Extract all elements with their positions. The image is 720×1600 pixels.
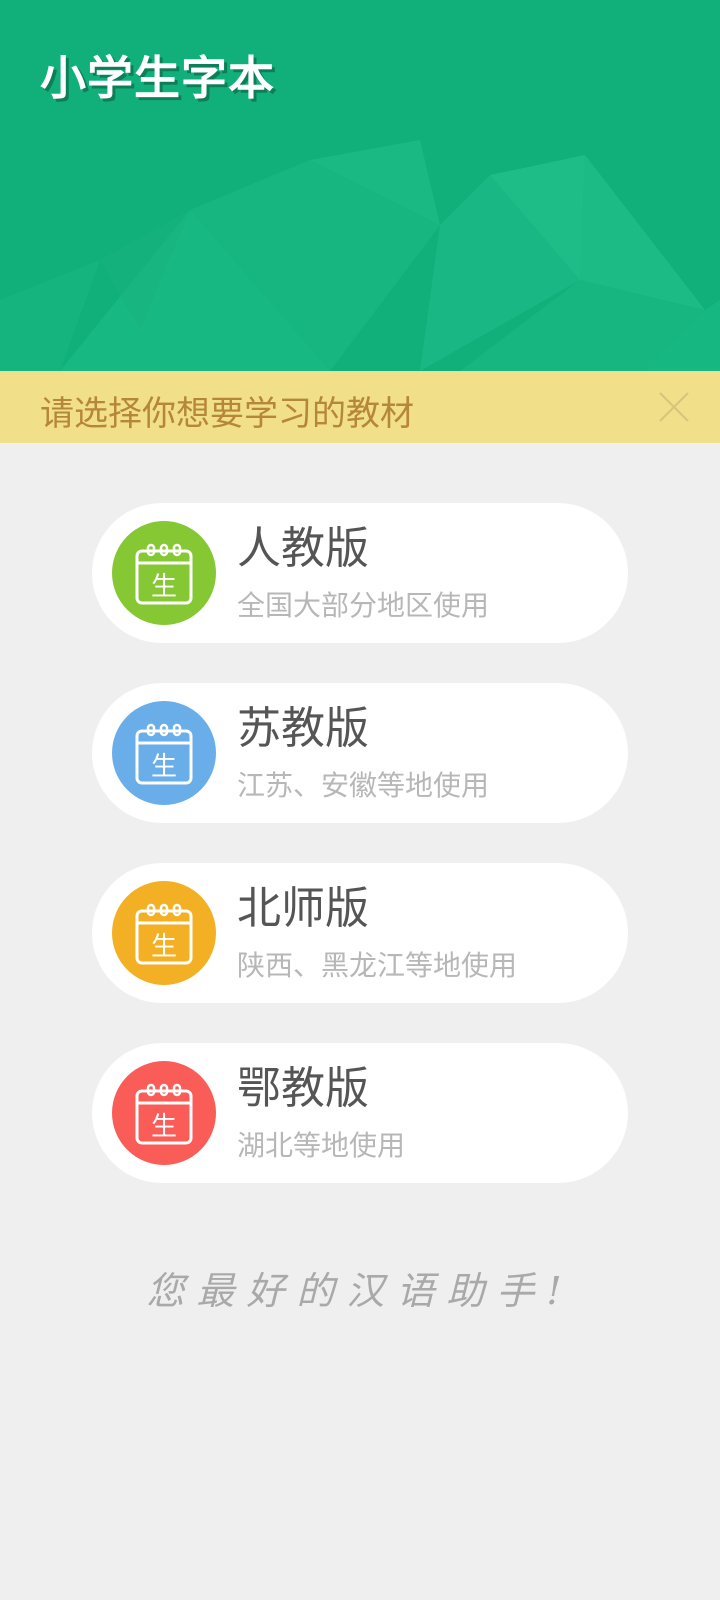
textbook-title: 苏教版 [237, 703, 369, 754]
svg-text:生: 生 [151, 572, 177, 602]
textbook-subtitle: 全国大部分地区使用 [237, 589, 490, 622]
svg-text:生: 生 [151, 1112, 177, 1142]
close-icon [659, 392, 689, 422]
tagline: 您最好的汉语助手! [146, 1269, 574, 1313]
close-button[interactable] [652, 385, 696, 429]
textbook-card-ejiao[interactable]: 生 鄂教版 湖北等地使用 [92, 1043, 628, 1183]
textbook-badge: 生 [112, 1061, 216, 1165]
textbook-badge: 生 [112, 521, 216, 625]
svg-text:生: 生 [151, 752, 177, 782]
textbook-card-beishi[interactable]: 生 北师版 陕西、黑龙江等地使用 [92, 863, 628, 1003]
textbook-subtitle: 陕西、黑龙江等地使用 [237, 949, 518, 982]
textbook-badge: 生 [112, 881, 216, 985]
textbook-subtitle: 江苏、安徽等地使用 [237, 769, 490, 802]
textbook-title: 鄂教版 [237, 1063, 369, 1114]
calendar-icon: 生 [112, 701, 216, 805]
textbook-title: 人教版 [237, 523, 369, 574]
calendar-icon: 生 [112, 521, 216, 625]
textbook-card-sujiao[interactable]: 生 苏教版 江苏、安徽等地使用 [92, 683, 628, 823]
prompt-text: 请选择你想要学习的教材 [40, 394, 414, 434]
textbook-title: 北师版 [237, 883, 369, 934]
textbook-badge: 生 [112, 701, 216, 805]
prompt-bar: 请选择你想要学习的教材 [0, 371, 720, 443]
svg-text:生: 生 [151, 932, 177, 962]
textbook-card-renjiao[interactable]: 生 人教版 全国大部分地区使用 [92, 503, 628, 643]
calendar-icon: 生 [112, 1061, 216, 1165]
textbook-subtitle: 湖北等地使用 [237, 1129, 406, 1162]
header-banner: 小学生字本 [0, 0, 720, 371]
app-title: 小学生字本 [40, 51, 275, 105]
calendar-icon: 生 [112, 881, 216, 985]
